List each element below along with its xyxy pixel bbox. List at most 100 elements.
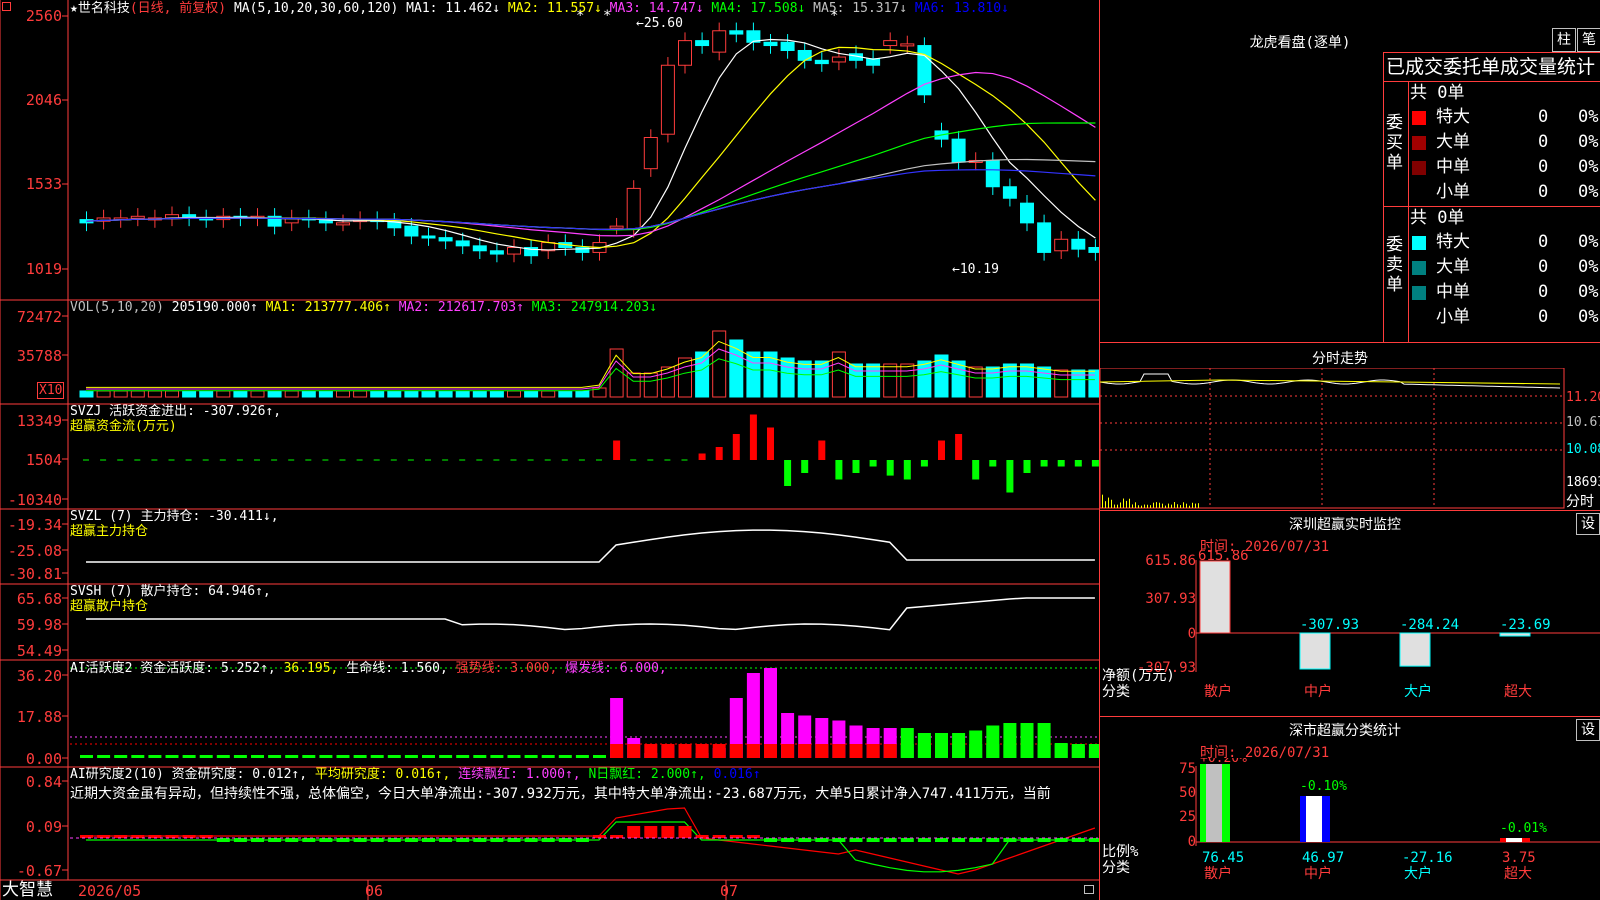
ai1-base-bar <box>679 744 692 758</box>
svzl-y-2: -25.08 <box>4 543 62 559</box>
ai1-y-3: 0.00 <box>4 751 62 767</box>
cls-value-label: 3.75 <box>1502 850 1536 866</box>
volume-bar <box>884 364 897 397</box>
ai2-bar <box>867 838 880 842</box>
vol-y-label-2: 35788 <box>4 348 62 364</box>
ai2-bar <box>354 838 367 842</box>
svzl-sub: 超赢主力持仓 <box>70 524 148 539</box>
cls-pct-label: -0.01% <box>1500 821 1547 836</box>
svzj-bar <box>1058 460 1065 467</box>
sz-cat-label: 散户 <box>1204 683 1232 700</box>
main-y-label-4: 1019 <box>4 261 62 277</box>
pen-mode-button[interactable]: 笔 <box>1577 28 1600 52</box>
svzj-y-2: 1504 <box>4 452 62 468</box>
cls-settings-button[interactable]: 设 <box>1576 719 1600 741</box>
ma6-value: MA6: 13.810↓ <box>915 1 1009 16</box>
candle <box>1072 239 1085 249</box>
ai2-bar <box>559 838 572 842</box>
volume-bar <box>319 391 332 397</box>
row-count: 0 <box>1538 105 1548 130</box>
svsh-y-1: 65.68 <box>4 591 62 607</box>
cls-y-label: 0 <box>1188 834 1196 850</box>
ai2-bar <box>490 838 503 842</box>
ai2-bar <box>1003 838 1016 842</box>
intraday-vol-bar <box>1168 504 1169 508</box>
sz-net-chart[interactable]: 615.86307.930-307.93615.86散户-307.93中户-28… <box>1100 550 1600 720</box>
kline-chart-area[interactable]: * * * <box>0 0 1100 900</box>
volume-bar <box>354 391 367 397</box>
sell-rows-row: 大单 0 0% <box>1410 255 1600 280</box>
lock-icon[interactable] <box>1084 885 1094 894</box>
intraday-vol-bar <box>1117 505 1118 508</box>
ma2-value: MA2: 11.557↓ <box>508 1 602 16</box>
cls-pct-label: -0.10% <box>1300 779 1347 794</box>
row-name: 特大 <box>1436 105 1470 130</box>
ai1-base-bar <box>798 744 811 758</box>
ai1-small-bar <box>337 755 350 758</box>
intraday-vol-bar <box>1105 501 1106 508</box>
stock-title: ★世名科技 <box>70 1 130 16</box>
volume-bar <box>867 364 880 397</box>
ai1-small-bar <box>388 755 401 758</box>
svzj-sub: 超赢资金流(万元) <box>70 419 177 434</box>
intraday-chart[interactable] <box>1100 368 1600 510</box>
ai2-bar <box>217 838 230 842</box>
ai1-small-bar <box>217 755 230 758</box>
sz-cat-label: 大户 <box>1404 683 1432 700</box>
row-count: 0 <box>1538 180 1548 205</box>
volume-bar <box>525 391 538 397</box>
ai-research-header: AI研究度2(10) 资金研究度: 0.012↑, 平均研究度: 0.016↑,… <box>70 767 761 782</box>
ai1-base-bar <box>1055 744 1068 758</box>
candle <box>508 247 521 254</box>
intraday-vol-bar <box>1156 502 1157 508</box>
cls-bar-edge <box>1222 764 1230 842</box>
intraday-tab[interactable]: 分时 <box>1566 491 1594 511</box>
cls-ratio-chart[interactable]: 75 50 25 0 76.45散户 46.97中户 -27.16大户 3.75超大 +0.20… <box>1100 758 1600 900</box>
legend-swatch <box>1412 136 1426 150</box>
bar-mode-button[interactable]: 柱 <box>1552 28 1576 52</box>
sz-settings-button[interactable]: 设 <box>1576 513 1600 535</box>
ai2-y-2: 0.09 <box>4 819 62 835</box>
ai-research-note: 近期大资金虽有异动，但持续性不强，总体偏空，今日大单净流出:-307.932万元… <box>70 786 1098 802</box>
vol-value: 205190.000↑ <box>172 300 258 315</box>
ai1-label: AI活跃度2 资金活跃度: 5.252↑, <box>70 661 276 676</box>
ai1-small-bar <box>200 755 213 758</box>
ai1-base-bar <box>696 744 709 758</box>
ai1-base-bar <box>918 744 931 758</box>
volume-bar <box>183 391 196 397</box>
svzj-bar <box>1041 460 1048 467</box>
volume-bar <box>456 391 469 397</box>
ai1-small-bar <box>268 755 281 758</box>
ai1-small-bar <box>371 755 384 758</box>
ai2-v2: 平均研究度: 0.016↑, <box>315 767 450 782</box>
legend-swatch <box>1412 286 1426 300</box>
corner-icon[interactable] <box>2 2 11 11</box>
svzj-bar <box>784 460 791 486</box>
chart-mode: (日线, 前复权) <box>130 1 226 16</box>
ai2-bar <box>679 826 692 838</box>
svzj-header: SVZJ 活跃资金进出: -307.926↑, 超赢资金流(万元) <box>70 404 281 434</box>
intraday-vol-bar <box>1135 502 1136 508</box>
buy-rows-row: 大单 0 0% <box>1410 130 1600 155</box>
volume-bar <box>576 391 589 397</box>
intraday-vol-bar <box>1102 495 1103 508</box>
ai1-small-bar <box>234 755 247 758</box>
ai2-y-3: -0.67 <box>4 863 62 879</box>
sz-bar <box>1200 561 1230 633</box>
intraday-vol-bar <box>1198 503 1199 508</box>
buy-side-label: 委买单 <box>1386 113 1406 173</box>
svsh-sub: 超赢散户持仓 <box>70 599 148 614</box>
buy-rows-total: 共 0单 <box>1410 81 1600 105</box>
ai2-bar <box>935 838 948 842</box>
cls-bar-edge <box>1322 796 1330 842</box>
ai1-base-bar <box>661 744 674 758</box>
intraday-vol-bar <box>1120 502 1121 508</box>
ai1-base-bar <box>901 744 914 758</box>
cls-bar-edge <box>1300 796 1306 842</box>
volume-bar <box>952 361 965 397</box>
candle <box>1021 203 1034 223</box>
main-header: ★世名科技(日线, 前复权) MA(5,10,20,30,60,120) MA1… <box>70 1 1009 16</box>
sz-xlabel: 分类 <box>1102 684 1130 700</box>
svzj-bar <box>904 460 911 480</box>
ai1-small-bar <box>490 755 503 758</box>
